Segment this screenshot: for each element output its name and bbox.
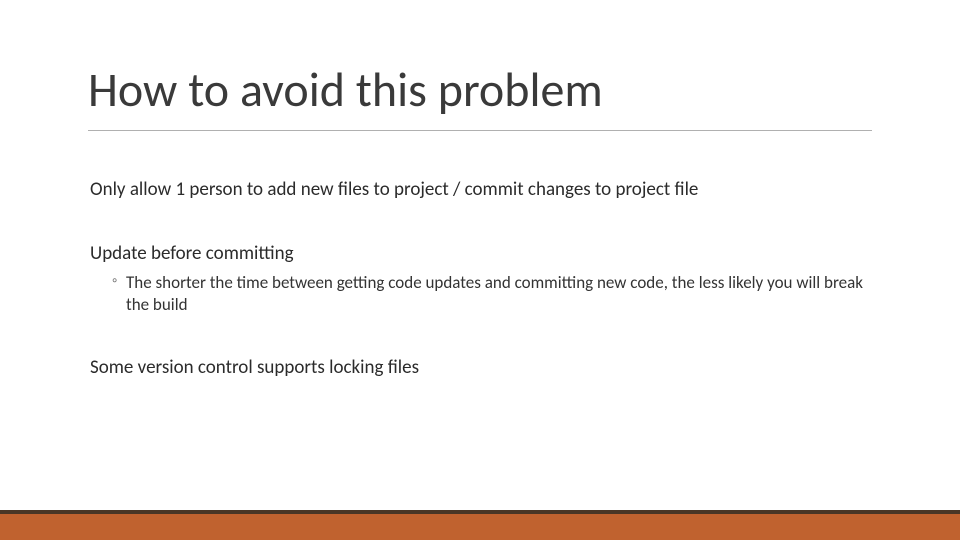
slide-title: How to avoid this problem: [88, 60, 603, 119]
bullet-icon: ◦: [112, 272, 117, 292]
slide: How to avoid this problem Only allow 1 p…: [0, 0, 960, 540]
sub-bullet-text: The shorter the time between getting cod…: [126, 272, 863, 315]
bullet-point-3: Some version control supports locking fi…: [90, 356, 880, 380]
footer-accent-bar: [0, 510, 960, 540]
title-underline: [88, 130, 872, 131]
sub-bullet-point: ◦ The shorter the time between getting c…: [112, 272, 880, 316]
bullet-point-2: Update before committing: [90, 242, 880, 266]
slide-body: Only allow 1 person to add new files to …: [90, 178, 880, 419]
bullet-point-1: Only allow 1 person to add new files to …: [90, 178, 880, 202]
